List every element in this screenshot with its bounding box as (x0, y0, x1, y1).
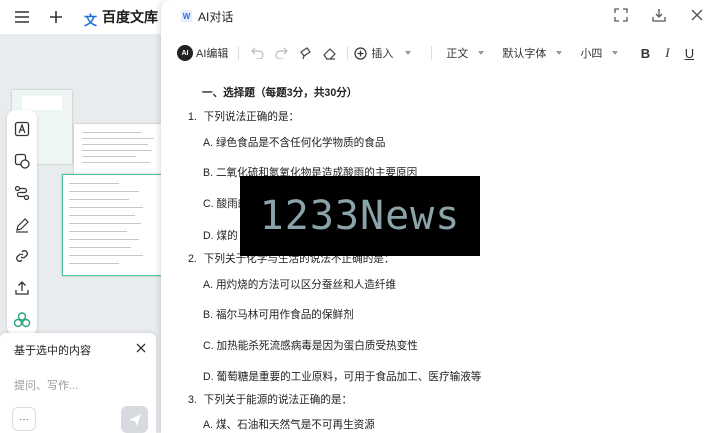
prompt-panel-title: 基于选中的内容 (14, 345, 91, 357)
question-3: 3. 下列关于能源的说法正确的是： (188, 392, 352, 407)
redo-icon[interactable] (269, 42, 293, 64)
shape-tool-icon[interactable] (10, 146, 34, 176)
connector-tool-icon[interactable] (10, 178, 34, 208)
insert-dropdown[interactable]: 插入 (354, 45, 412, 61)
app-brand: 百度文库 (102, 9, 158, 25)
modal-title: AI对话 (198, 9, 234, 24)
download-icon[interactable] (650, 6, 668, 24)
send-icon (128, 413, 141, 426)
option: D. 煤的 (203, 230, 238, 242)
ai-edit-button[interactable]: AI AI编辑 (177, 45, 228, 61)
plus-icon[interactable] (46, 7, 66, 27)
chevron-down-icon (556, 51, 563, 55)
format-painter-icon[interactable] (293, 42, 317, 64)
word-doc-icon: W (181, 10, 192, 22)
plus-circle-icon (354, 46, 368, 60)
send-button[interactable] (121, 406, 148, 433)
insert-label: 插入 (371, 48, 394, 60)
divider (431, 46, 433, 60)
fullscreen-icon[interactable] (612, 6, 630, 24)
watermark-text: 1233News (259, 193, 461, 239)
chevron-down-icon (478, 51, 485, 55)
question-text: 下列说法正确的是： (203, 111, 300, 123)
wenku-logo-icon: 文 (84, 14, 98, 29)
pen-tool-icon[interactable] (10, 210, 34, 240)
undo-icon[interactable] (245, 42, 269, 64)
option: B. 福尔马林可用作食品的保鲜剂 (203, 309, 354, 321)
option: A. 用灼烧的方法可以区分蚕丝和人造纤维 (203, 279, 397, 291)
upload-icon[interactable] (10, 273, 34, 303)
eraser-icon[interactable] (317, 42, 341, 64)
close-icon[interactable] (134, 341, 148, 355)
more-options-button[interactable]: ··· (12, 407, 36, 431)
font-size-select[interactable]: 小四 (580, 45, 619, 61)
link-tool-icon[interactable] (10, 241, 34, 271)
bold-button[interactable]: B (634, 46, 656, 61)
font-family-value: 默认字体 (502, 48, 547, 60)
divider (347, 46, 349, 60)
font-size-value: 小四 (580, 48, 603, 60)
option: A. 煤、石油和天然气是不可再生资源 (203, 419, 375, 431)
question-number: 3. (188, 394, 197, 406)
divider (238, 46, 240, 60)
italic-button[interactable]: I (656, 45, 678, 61)
ai-assistant-icon[interactable] (10, 305, 34, 335)
question-number: 1. (188, 111, 197, 123)
ai-icon: AI (177, 45, 193, 61)
ai-edit-label: AI编辑 (196, 48, 229, 60)
chevron-down-icon (612, 51, 619, 55)
option: A. 绿色食品是不含任何化学物质的食品 (203, 137, 386, 149)
prompt-input[interactable]: 提问、写作... (14, 377, 78, 393)
option: C. 加热能杀死流感病毒是因为蛋白质受热变性 (203, 340, 418, 352)
selected-doc-thumbnail[interactable] (62, 174, 162, 276)
tool-rail (7, 110, 37, 335)
menu-icon[interactable] (12, 7, 32, 27)
selection-prompt-panel: 基于选中的内容 提问、写作... ··· (0, 333, 156, 433)
chevron-down-icon (405, 51, 412, 55)
question-text: 下列关于能源的说法正确的是： (203, 394, 353, 406)
app-logo[interactable]: 文 百度文库 (84, 7, 158, 29)
question-1: 1. 下列说法正确的是： (188, 109, 299, 124)
option: D. 葡萄糖是重要的工业原料，可用于食品加工、医疗输液等 (203, 371, 482, 383)
paragraph-style-value: 正文 (446, 48, 469, 60)
watermark-overlay: 1233News (240, 176, 480, 256)
font-family-select[interactable]: 默认字体 (502, 45, 563, 61)
background-topbar: 文 百度文库 (0, 0, 170, 34)
paragraph-style-select[interactable]: 正文 (446, 45, 485, 61)
close-icon[interactable] (688, 6, 706, 24)
underline-button[interactable]: U (678, 46, 700, 61)
text-tool-icon[interactable] (10, 114, 34, 144)
modal-header: W AI对话 (161, 0, 720, 32)
editor-toolbar: AI AI编辑 插入 正文 默认字体 小四 B I U (161, 38, 720, 68)
section-title: 一、选择题（每题3分，共30分） (202, 87, 358, 99)
question-number: 2. (188, 253, 197, 265)
